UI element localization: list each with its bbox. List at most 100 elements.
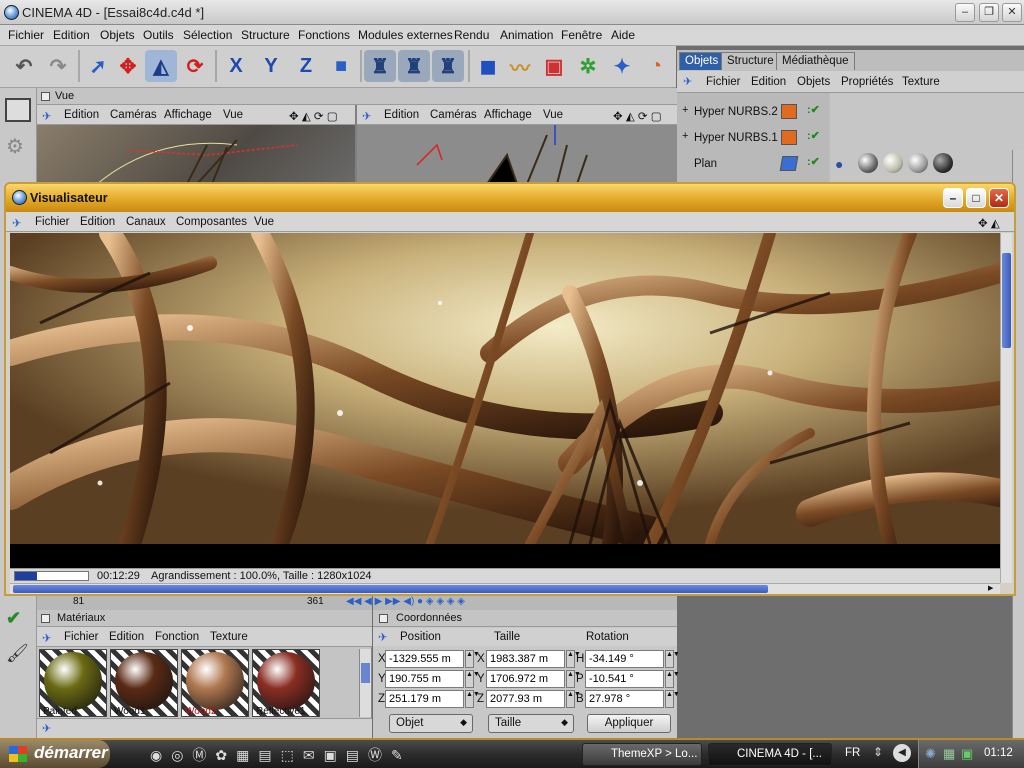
- pin-icon[interactable]: ✈: [362, 109, 372, 123]
- stepper-arrows-icon[interactable]: ▲▼: [665, 650, 680, 668]
- rotation-input[interactable]: -34.149 °: [585, 650, 664, 668]
- enabled-check-icon[interactable]: :✔: [807, 155, 820, 168]
- stepper-arrows-icon[interactable]: ▲▼: [465, 690, 480, 708]
- stepper-arrows-icon[interactable]: ▲▼: [465, 670, 480, 688]
- render-view-icon[interactable]: ♜: [364, 50, 396, 82]
- navigation-icons[interactable]: ✥ ◭ ⟳ ▢: [613, 109, 662, 123]
- panel-checkbox-icon[interactable]: [41, 614, 50, 623]
- viewer-horizontal-scrollbar[interactable]: ▶: [10, 583, 1000, 594]
- viewer-menu-fichier[interactable]: Fichier: [35, 216, 70, 228]
- stepper-arrows-icon[interactable]: ▲▼: [665, 670, 680, 688]
- move-tool-icon[interactable]: ✥: [112, 50, 144, 82]
- tab-structure[interactable]: Structure: [721, 52, 780, 70]
- vp2-menu-edition[interactable]: Edition: [384, 109, 419, 121]
- om-menu-objets[interactable]: Objets: [797, 76, 830, 88]
- spline-icon[interactable]: 〰: [504, 50, 536, 82]
- scene-object-icon[interactable]: ◔: [640, 50, 672, 82]
- select-arrow-icon[interactable]: ➚: [82, 50, 114, 82]
- render-settings-icon[interactable]: ♜: [432, 50, 464, 82]
- material-tag-icon[interactable]: [933, 153, 953, 173]
- scrollbar-thumb[interactable]: [13, 585, 768, 593]
- stepper-arrows-icon[interactable]: ▲▼: [465, 650, 480, 668]
- pin-icon[interactable]: ✈: [378, 630, 388, 644]
- rotation-input[interactable]: -10.541 °: [585, 670, 664, 688]
- coordinate-mode-select[interactable]: Objet ◆: [389, 714, 473, 733]
- position-input[interactable]: -1329.555 m: [385, 650, 464, 668]
- menu-structure[interactable]: Structure: [241, 28, 290, 42]
- tab-mediatheque[interactable]: Médiathèque: [776, 52, 855, 70]
- viewer-menu-composantes[interactable]: Composantes: [176, 216, 247, 228]
- light-icon[interactable]: ✦: [606, 50, 638, 82]
- viewer-close-button[interactable]: ✕: [989, 188, 1009, 208]
- menu-fichier[interactable]: Fichier: [8, 28, 44, 42]
- material-tag-icon[interactable]: [858, 153, 878, 173]
- menu-fenetre[interactable]: Fenêtre: [561, 28, 602, 42]
- scrollbar-thumb[interactable]: [361, 663, 370, 683]
- rotation-input[interactable]: 27.978 °: [585, 690, 664, 708]
- menu-rendu[interactable]: Rendu: [454, 28, 489, 42]
- network-icon[interactable]: ✺: [925, 746, 936, 762]
- start-button[interactable]: démarrer: [0, 740, 110, 768]
- check-icon[interactable]: ✔: [6, 608, 32, 628]
- list-item[interactable]: Plan :✔: [677, 153, 829, 173]
- material-swatch[interactable]: Painted: [39, 649, 107, 717]
- scroll-right-arrow-icon[interactable]: ▶: [988, 584, 998, 593]
- viewer-menu-vue[interactable]: Vue: [254, 216, 274, 228]
- taskbar-item-cinema4d[interactable]: CINEMA 4D - [...: [708, 743, 832, 766]
- viewer-maximize-button[interactable]: □: [966, 188, 986, 208]
- x-axis-lock-icon[interactable]: X: [220, 50, 252, 82]
- menu-modules-externes[interactable]: Modules externes: [358, 28, 453, 42]
- world-coordinates-icon[interactable]: ■: [325, 50, 357, 82]
- pin-icon[interactable]: ✈: [42, 722, 51, 735]
- tray-app-icon[interactable]: ▣: [961, 746, 973, 762]
- navigation-icons[interactable]: ✥ ◭: [978, 216, 1000, 230]
- menu-selection[interactable]: Sélection: [183, 28, 232, 42]
- viewer-vertical-scrollbar[interactable]: [1000, 233, 1012, 583]
- restore-button[interactable]: ❐: [979, 3, 999, 22]
- z-axis-lock-icon[interactable]: Z: [290, 50, 322, 82]
- om-menu-proprietes[interactable]: Propriétés: [841, 76, 893, 88]
- minimize-button[interactable]: –: [955, 3, 975, 22]
- pin-icon[interactable]: ✈: [12, 216, 22, 230]
- position-input[interactable]: 190.755 m: [385, 670, 464, 688]
- material-swatch[interactable]: Wood2: [181, 649, 249, 717]
- menu-outils[interactable]: Outils: [143, 28, 174, 42]
- tray-app-icon[interactable]: ▦: [943, 746, 955, 762]
- playback-controls-icon[interactable]: ◀◀ ◀ ▶ ▶▶ ◀) ● ◈ ◈ ◈ ◈: [346, 596, 465, 607]
- pin-icon[interactable]: ✈: [42, 109, 52, 123]
- quick-launch-icons[interactable]: ◉◎Ⓜ✿▦▤⬚✉▣▤Ⓦ✎: [150, 745, 520, 765]
- playback-strip[interactable]: ◀◀ ◀ ▶ ▶▶ ◀) ● ◈ ◈ ◈ ◈: [346, 596, 677, 610]
- vp1-menu-affichage[interactable]: Affichage: [164, 109, 212, 121]
- size-input[interactable]: 1706.972 m: [486, 670, 565, 688]
- cube-primitive-icon[interactable]: ◼: [472, 50, 504, 82]
- scrollbar-thumb[interactable]: [1002, 253, 1011, 348]
- mat-menu-edition[interactable]: Edition: [109, 631, 144, 643]
- viewer-minimize-button[interactable]: –: [943, 188, 963, 208]
- size-input[interactable]: 1983.387 m: [486, 650, 565, 668]
- apply-button[interactable]: Appliquer: [587, 714, 671, 733]
- material-tag-icon[interactable]: [883, 153, 903, 173]
- om-menu-fichier[interactable]: Fichier: [706, 76, 741, 88]
- enabled-check-icon[interactable]: :✔: [807, 103, 820, 116]
- size-mode-select[interactable]: Taille ◆: [488, 714, 574, 733]
- stepper-arrows-icon[interactable]: ▲▼: [665, 690, 680, 708]
- om-menu-edition[interactable]: Edition: [751, 76, 786, 88]
- vp1-menu-edition[interactable]: Edition: [64, 109, 99, 121]
- list-item[interactable]: + Hyper NURBS.2 :✔: [677, 101, 829, 121]
- material-swatch[interactable]: Reflective1: [252, 649, 320, 717]
- paint-tool-icon[interactable]: 🖌: [6, 643, 32, 669]
- vp2-menu-vue[interactable]: Vue: [543, 109, 563, 121]
- mat-menu-fichier[interactable]: Fichier: [64, 631, 99, 643]
- object-name[interactable]: Hyper NURBS.1: [694, 132, 778, 144]
- y-axis-lock-icon[interactable]: Y: [255, 50, 287, 82]
- vp1-menu-cameras[interactable]: Caméras: [110, 109, 157, 121]
- viewer-menu-edition[interactable]: Edition: [80, 216, 115, 228]
- viewport-layout-icon[interactable]: [5, 98, 31, 122]
- close-button[interactable]: ✕: [1002, 3, 1022, 22]
- vp2-menu-cameras[interactable]: Caméras: [430, 109, 477, 121]
- material-tag-icon[interactable]: [908, 153, 928, 173]
- vp2-menu-affichage[interactable]: Affichage: [484, 109, 532, 121]
- tray-toggle-icon[interactable]: ◀: [893, 744, 911, 762]
- mat-menu-fonction[interactable]: Fonction: [155, 631, 199, 643]
- enabled-check-icon[interactable]: :✔: [807, 129, 820, 142]
